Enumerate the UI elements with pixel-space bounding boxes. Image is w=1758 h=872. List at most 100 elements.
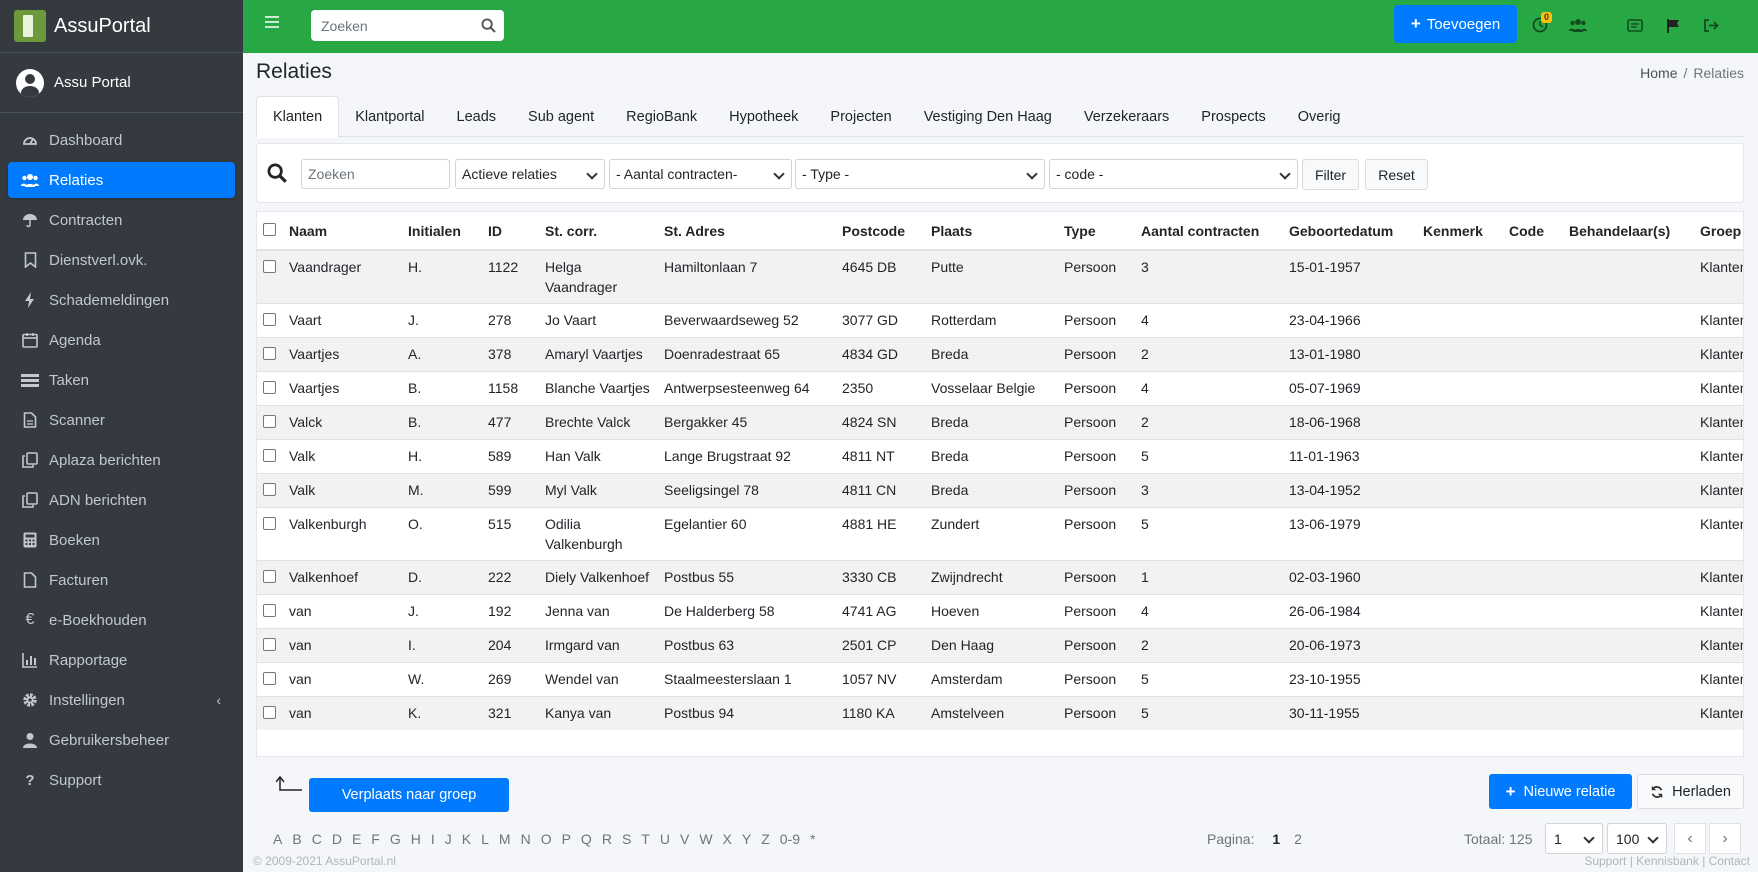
alphabet-letter[interactable]: M [499,831,511,847]
sidebar-item-facturen[interactable]: Facturen [8,562,235,598]
row-checkbox[interactable] [263,381,276,394]
table-row[interactable]: Vaartjes B. 1158 Blanche Vaartjes Antwerpses… [257,371,1743,406]
alphabet-letter[interactable]: P [562,831,571,847]
search-icon[interactable] [481,18,496,33]
column-header[interactable]: Plaats [925,212,1058,251]
row-checkbox[interactable] [263,347,276,360]
flag-icon[interactable] [1663,15,1683,35]
sidebar-item-contracten[interactable]: Contracten [8,202,235,238]
menu-toggle-icon[interactable] [265,16,279,28]
sidebar-item-e-boekhouden[interactable]: € e-Boekhouden [8,602,235,638]
user-panel[interactable]: Assu Portal [0,53,243,113]
alphabet-letter[interactable]: C [312,831,322,847]
footer-links[interactable]: Support | Kennisbank | Contact [1584,854,1750,868]
add-button[interactable]: + Toevoegen [1394,5,1517,43]
tab-hypotheek[interactable]: Hypotheek [713,96,814,137]
alphabet-letter[interactable]: G [390,831,401,847]
sidebar-item-aplaza-berichten[interactable]: Aplaza berichten [8,442,235,478]
column-header[interactable]: Postcode [836,212,925,251]
table-row[interactable]: Vaartjes A. 378 Amaryl Vaartjes Doenradestra… [257,337,1743,372]
sidebar-item-relaties[interactable]: Relaties [8,162,235,198]
tab-klantportal[interactable]: Klantportal [339,96,440,137]
row-checkbox[interactable] [263,517,276,530]
row-checkbox[interactable] [263,260,276,273]
contracts-count-select[interactable]: - Aantal contracten- [609,159,792,189]
page-link[interactable]: 2 [1294,831,1302,847]
tab-sub-agent[interactable]: Sub agent [512,96,610,137]
row-checkbox[interactable] [263,706,276,719]
row-checkbox[interactable] [263,638,276,651]
table-row[interactable]: Valkenburgh O. 515 Odilia Valkenburgh Egelan… [257,507,1743,561]
alphabet-letter[interactable]: N [521,831,531,847]
alphabet-letter[interactable]: H [411,831,421,847]
tab-projecten[interactable]: Projecten [814,96,907,137]
table-row[interactable]: Valk H. 589 Han Valk Lange Brugstraat 92 4811… [257,439,1743,474]
column-header[interactable]: Groep [1694,212,1743,251]
type-select[interactable]: - Type - [795,159,1045,189]
sidebar-item-agenda[interactable]: Agenda [8,322,235,358]
column-header[interactable]: Geboortedatum [1283,212,1417,251]
sidebar-item-dienstverl-ovk[interactable]: Dienstverl.ovk. [8,242,235,278]
column-header[interactable]: St. corr. [539,212,658,251]
filter-button[interactable]: Filter [1302,159,1359,190]
sidebar-item-scanner[interactable]: Scanner [8,402,235,438]
alphabet-letter[interactable]: K [462,831,471,847]
logout-icon[interactable] [1701,15,1721,35]
id-card-icon[interactable] [1625,15,1645,35]
per-page-select[interactable]: 100 [1607,823,1667,854]
alphabet-letter[interactable]: Z [761,831,770,847]
sidebar-item-instellingen[interactable]: Instellingen ‹ [8,682,235,718]
column-header[interactable]: Naam [283,212,402,251]
column-header[interactable]: ID [482,212,539,251]
brand[interactable]: AssuPortal [0,0,243,53]
tab-vestiging-den-haag[interactable]: Vestiging Den Haag [908,96,1068,137]
move-to-group-button[interactable]: Verplaats naar groep [309,778,509,812]
table-row[interactable]: van W. 269 Wendel van Staalmeesterslaan 1 105… [257,662,1743,697]
alphabet-letter[interactable]: E [352,831,361,847]
table-row[interactable]: Vaandrager H. 1122 Helga Vaandrager Hamilton… [257,249,1743,304]
next-page-button[interactable]: › [1709,823,1741,854]
column-header[interactable]: St. Adres [658,212,836,251]
row-checkbox[interactable] [263,313,276,326]
sidebar-item-gebruikersbeheer[interactable]: Gebruikersbeheer [8,722,235,758]
alphabet-letter[interactable]: S [622,831,631,847]
row-checkbox[interactable] [263,570,276,583]
table-row[interactable]: Valk M. 599 Myl Valk Seeligsingel 78 4811 CN B… [257,473,1743,508]
sidebar-item-dashboard[interactable]: Dashboard [8,122,235,158]
sidebar-item-taken[interactable]: Taken [8,362,235,398]
new-relation-button[interactable]: + Nieuwe relatie [1489,774,1632,809]
table-row[interactable]: van K. 321 Kanya van Postbus 94 1180 KA Amstel… [257,696,1743,730]
alphabet-letter[interactable]: Y [742,831,751,847]
sidebar-item-support[interactable]: ? Support [8,762,235,798]
table-row[interactable]: Valck B. 477 Brechte Valck Bergakker 45 4824 … [257,405,1743,440]
row-checkbox[interactable] [263,415,276,428]
row-checkbox[interactable] [263,449,276,462]
alphabet-letter[interactable]: I [431,831,435,847]
alphabet-letter[interactable]: * [810,831,815,847]
tab-regiobank[interactable]: RegioBank [610,96,713,137]
row-checkbox[interactable] [263,483,276,496]
sidebar-item-rapportage[interactable]: Rapportage [8,642,235,678]
alphabet-letter[interactable]: V [680,831,689,847]
column-header[interactable]: Code [1503,212,1563,251]
breadcrumb-home[interactable]: Home [1640,65,1677,81]
alphabet-letter[interactable]: X [723,831,732,847]
column-header[interactable]: Behandelaar(s) [1563,212,1694,251]
row-checkbox[interactable] [263,604,276,617]
sidebar-item-adn-berichten[interactable]: ADN berichten [8,482,235,518]
alphabet-letter[interactable]: A [273,831,282,847]
history-icon[interactable]: 0 [1530,12,1553,35]
filter-search-input[interactable]: Zoeken [301,159,450,189]
table-row[interactable]: Valkenhoef D. 222 Diely Valkenhoef Postbus 5… [257,560,1743,595]
tab-verzekeraars[interactable]: Verzekeraars [1068,96,1185,137]
tab-prospects[interactable]: Prospects [1185,96,1281,137]
alphabet-letter[interactable]: R [602,831,612,847]
table-row[interactable]: van I. 204 Irmgard van Postbus 63 2501 CP Den … [257,628,1743,663]
column-header[interactable]: Kenmerk [1417,212,1503,251]
users-icon[interactable] [1568,15,1588,35]
table-row[interactable]: Vaart J. 278 Jo Vaart Beverwaardseweg 52 3077… [257,303,1743,338]
alphabet-letter[interactable]: F [371,831,380,847]
alphabet-letter[interactable]: W [699,831,712,847]
alphabet-letter[interactable]: 0-9 [780,831,800,847]
column-header[interactable]: Type [1058,212,1135,251]
